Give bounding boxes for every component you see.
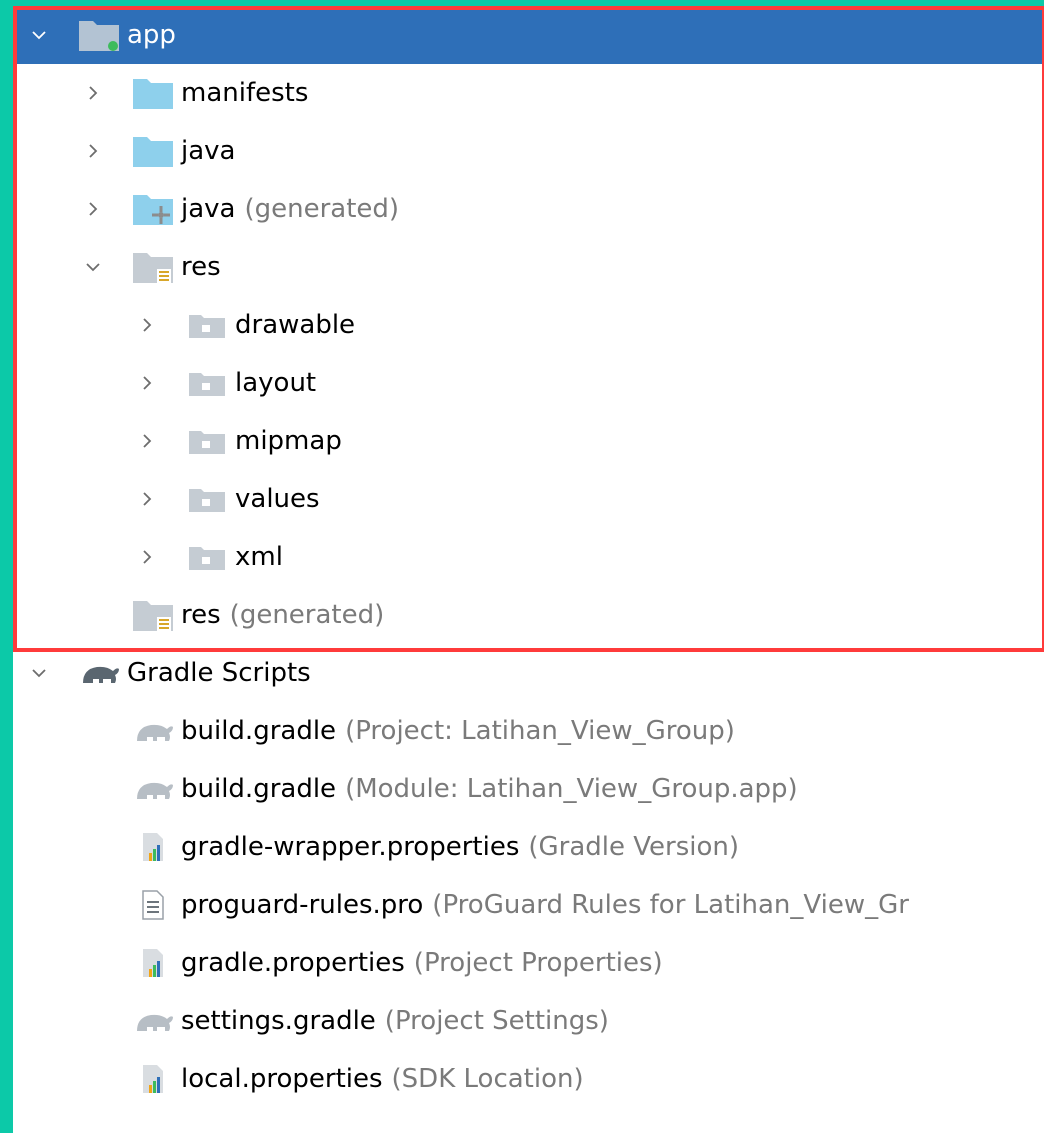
tree-item-label: res (181, 252, 221, 282)
chevron-right-icon[interactable] (135, 429, 159, 453)
tree-item-suffix: (Project: Latihan_View_Group) (345, 716, 735, 746)
chevron-down-icon[interactable] (27, 661, 51, 685)
folder-icon (131, 131, 175, 171)
tree-item-label: settings.gradle (181, 1006, 376, 1036)
tree-item-label: values (235, 484, 320, 514)
tree-item-label: build.gradle (181, 774, 337, 804)
tree-item-label: java (181, 194, 236, 224)
res-subfolder-icon (185, 479, 229, 519)
tree-item-label: proguard-rules.pro (181, 890, 424, 920)
tree-item-suffix: (Gradle Version) (528, 832, 740, 862)
tree-item-label: app (127, 20, 176, 50)
chevron-right-icon[interactable] (135, 313, 159, 337)
properties-file-icon (131, 943, 175, 983)
tree-item-values[interactable]: values (13, 470, 1044, 528)
tree-item-suffix: (Project Properties) (413, 948, 663, 978)
resource-folder-icon (131, 595, 175, 635)
properties-file-icon (131, 827, 175, 867)
tree-item-label: layout (235, 368, 317, 398)
tree-item-suffix: (ProGuard Rules for Latihan_View_Gr (432, 890, 909, 920)
tree-item-label: local.properties (181, 1064, 383, 1094)
tree-item-build-gradle-project[interactable]: build.gradle (Project: Latihan_View_Group… (13, 702, 1044, 760)
tree-item-drawable[interactable]: drawable (13, 296, 1044, 354)
chevron-down-icon[interactable] (81, 255, 105, 279)
gradle-file-icon (131, 711, 175, 751)
tree-item-label: xml (235, 542, 283, 572)
tree-item-layout[interactable]: layout (13, 354, 1044, 412)
chevron-right-icon[interactable] (135, 487, 159, 511)
tree-item-proguard-rules[interactable]: proguard-rules.pro (ProGuard Rules for La… (13, 876, 1044, 934)
tree-item-java-generated[interactable]: java (generated) (13, 180, 1044, 238)
res-subfolder-icon (185, 537, 229, 577)
tree-item-label: res (181, 600, 221, 630)
text-file-icon (131, 885, 175, 925)
generated-folder-icon (131, 189, 175, 229)
tree-item-res[interactable]: res (13, 238, 1044, 296)
tree-item-app[interactable]: app (13, 6, 1044, 64)
chevron-right-icon[interactable] (81, 139, 105, 163)
tree-item-manifests[interactable]: manifests (13, 64, 1044, 122)
tree-item-label: Gradle Scripts (127, 658, 311, 688)
tree-item-suffix: (Project Settings) (384, 1006, 609, 1036)
properties-file-icon (131, 1059, 175, 1099)
tree-item-label: gradle-wrapper.properties (181, 832, 520, 862)
tree-item-settings-gradle[interactable]: settings.gradle (Project Settings) (13, 992, 1044, 1050)
tree-item-suffix: (Module: Latihan_View_Group.app) (345, 774, 798, 804)
tree-item-gradle-wrapper-properties[interactable]: gradle-wrapper.properties (Gradle Version… (13, 818, 1044, 876)
tree-item-label: manifests (181, 78, 309, 108)
chevron-down-icon[interactable] (27, 23, 51, 47)
res-subfolder-icon (185, 421, 229, 461)
chevron-right-icon[interactable] (135, 545, 159, 569)
tree-item-suffix: (generated) (244, 194, 400, 224)
tree-item-build-gradle-module[interactable]: build.gradle (Module: Latihan_View_Group.… (13, 760, 1044, 818)
tree-item-gradle-scripts[interactable]: Gradle Scripts (13, 644, 1044, 702)
project-tree: app manifests java java (generated) res (13, 6, 1044, 1133)
gradle-elephant-icon (77, 653, 121, 693)
tree-item-label: gradle.properties (181, 948, 405, 978)
tree-item-xml[interactable]: xml (13, 528, 1044, 586)
gradle-file-icon (131, 769, 175, 809)
tree-item-mipmap[interactable]: mipmap (13, 412, 1044, 470)
tree-item-suffix: (SDK Location) (391, 1064, 584, 1094)
tree-item-label: drawable (235, 310, 356, 340)
tree-item-res-generated[interactable]: res (generated) (13, 586, 1044, 644)
folder-icon (131, 73, 175, 113)
res-subfolder-icon (185, 305, 229, 345)
resource-folder-icon (131, 247, 175, 287)
tree-item-suffix: (generated) (229, 600, 385, 630)
tree-item-gradle-properties[interactable]: gradle.properties (Project Properties) (13, 934, 1044, 992)
module-folder-icon (77, 15, 121, 55)
tree-item-local-properties[interactable]: local.properties (SDK Location) (13, 1050, 1044, 1108)
accent-strip-left (0, 0, 13, 1133)
gradle-file-icon (131, 1001, 175, 1041)
chevron-right-icon[interactable] (81, 81, 105, 105)
tree-item-label: build.gradle (181, 716, 337, 746)
chevron-right-icon[interactable] (81, 197, 105, 221)
tree-item-java[interactable]: java (13, 122, 1044, 180)
tree-item-label: mipmap (235, 426, 342, 456)
chevron-right-icon[interactable] (135, 371, 159, 395)
tree-item-label: java (181, 136, 236, 166)
res-subfolder-icon (185, 363, 229, 403)
